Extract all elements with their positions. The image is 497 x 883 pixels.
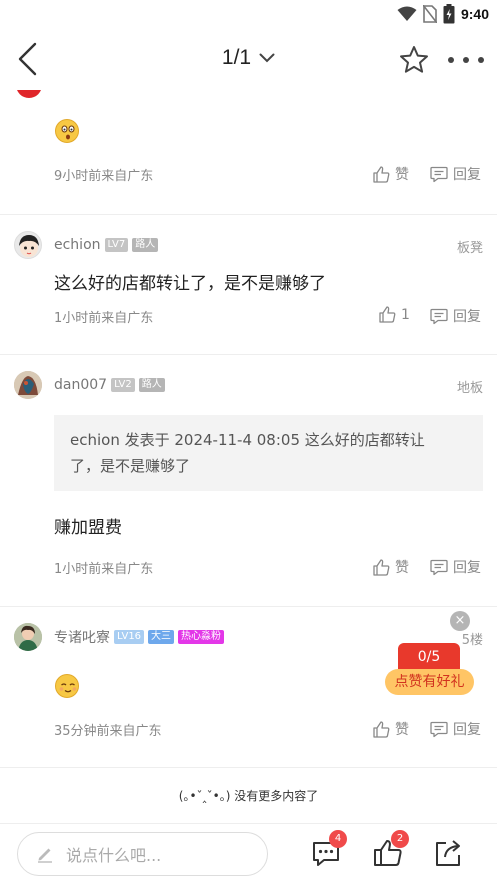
like-count-badge: 2 [391,830,409,848]
floor-label: 5楼 [461,633,483,648]
share-icon [436,840,460,866]
username[interactable]: echion LV7 路人 [54,235,159,255]
time-location: 1小时前来自广东 [54,311,154,326]
avatar[interactable] [14,623,42,651]
promo-like-gift-button[interactable]: 点赞有好礼 [385,669,474,695]
nav-bar: 1/1 [0,28,497,90]
quote-line: echion 发表于 2024-11-4 08:05 这么好的店都转让 [70,431,425,449]
reply-icon [430,721,448,737]
end-of-list-text: (｡•ˇ‸ˇ•｡) 没有更多内容了 [178,789,319,803]
avatar[interactable] [14,231,42,259]
reply-icon [430,166,448,182]
comment-count-badge: 4 [329,830,347,848]
no-sim-icon [422,5,437,23]
wifi-icon [397,6,417,21]
comment-list: 9小时前来自广东 赞 回复 echion LV7 路人 板凳 这么好的店都转让了… [0,90,497,823]
thumb-up-icon [373,558,390,576]
thumb-up-icon [373,720,390,738]
like-button[interactable]: 赞 [373,164,409,184]
bottom-bar: 说点什么吧... 4 2 [0,823,497,883]
comment-input[interactable]: 说点什么吧... [17,832,268,876]
time-location: 1小时前来自广东 [54,562,154,577]
promo-close-button[interactable]: × [450,611,470,631]
time-location: 35分钟前来自广东 [54,724,162,739]
comment-item: dan007 LV2 路人 地板 echion 发表于 2024-11-4 08… [0,355,497,607]
reply-button[interactable]: 回复 [430,306,481,326]
comment-item: echion LV7 路人 板凳 这么好的店都转让了，是不是赚够了 1小时前来自… [0,215,497,355]
reply-button[interactable]: 回复 [430,719,481,739]
share-button[interactable] [433,838,463,868]
more-icon [448,57,454,63]
like-button[interactable]: 赞 [373,557,409,577]
comments-button[interactable]: 4 [311,830,347,868]
like-post-button[interactable]: 2 [373,830,409,868]
fan-badge: 热心淼粉 [178,630,225,644]
reply-icon [430,559,448,575]
like-button[interactable]: 赞 [373,719,409,739]
tag-badge: 路人 [138,378,165,392]
status-icons: 9:40 [397,4,489,24]
floor-label: 地板 [456,381,483,396]
avatar[interactable] [16,90,42,98]
page-indicator-label: 1/1 [221,46,252,69]
level-badge: LV2 [111,378,135,392]
comment-item: 9小时前来自广东 赞 回复 [0,90,497,215]
quoted-comment[interactable]: echion 发表于 2024-11-4 08:05 这么好的店都转让 了，是不… [54,415,483,491]
reply-button[interactable]: 回复 [430,164,481,184]
like-button[interactable]: 1 [379,306,410,323]
reply-icon [430,308,448,324]
reply-button[interactable]: 回复 [430,557,481,577]
time-location: 9小时前来自广东 [54,169,154,184]
comment-input-placeholder: 说点什么吧... [66,846,162,865]
thumb-up-icon [379,306,396,323]
status-bar: 9:40 [0,0,497,28]
thumb-up-icon [373,165,390,183]
level-badge: LV16 [114,630,145,644]
smile-emoji-icon [55,674,79,698]
promo-progress: 0/5 [398,643,460,671]
floor-label: 板凳 [456,241,483,256]
like-count: 1 [401,306,410,323]
battery-icon [443,4,455,24]
surprised-emoji-icon [55,119,79,143]
more-button[interactable] [448,50,484,70]
status-time: 9:40 [460,6,489,22]
favorite-button[interactable] [398,44,430,76]
quote-line: 了，是不是赚够了 [70,457,191,475]
tag-badge: 大三 [148,630,175,644]
edit-icon [38,848,52,863]
username[interactable]: dan007 LV2 路人 [54,375,165,395]
level-badge: LV7 [104,238,129,252]
star-icon [400,46,428,73]
comment-text: 这么好的店都转让了，是不是赚够了 [54,274,326,294]
avatar[interactable] [14,371,42,399]
username[interactable]: 专诸叱寮 LV16 大三 热心淼粉 [54,627,225,647]
tag-badge: 路人 [132,238,159,252]
comment-text: 赚加盟费 [54,518,122,538]
chevron-down-icon [259,53,275,63]
